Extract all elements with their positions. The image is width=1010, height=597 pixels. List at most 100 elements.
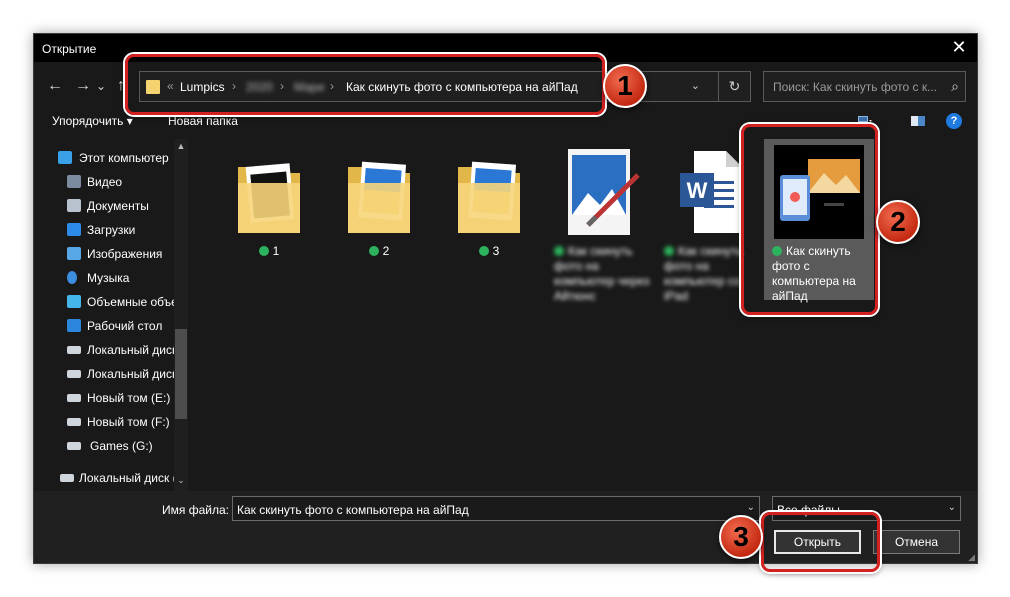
paint-image-icon [554, 145, 644, 239]
resize-grip[interactable]: ◢ [968, 552, 975, 563]
new-folder-button[interactable]: Новая папка [168, 114, 238, 128]
forward-button[interactable]: → [72, 76, 94, 96]
back-button[interactable]: ← [44, 76, 66, 96]
drive-icon [67, 442, 81, 450]
sidebar-item-drive-g[interactable]: Games (G:) [34, 435, 174, 457]
file-name: Как скинуть фото на компьютер через Айтю… [554, 244, 650, 303]
folder-icon [444, 145, 534, 239]
cancel-button[interactable]: Отмена [873, 530, 960, 554]
step-marker-1: 1 [603, 64, 647, 108]
sidebar-item-documents[interactable]: Документы [34, 195, 174, 217]
sidebar-item-label: Локальный диск (C:) [79, 471, 174, 485]
sidebar-item-desktop[interactable]: Рабочий стол [34, 315, 174, 337]
sidebar-item-music[interactable]: Музыка [34, 267, 174, 289]
open-button[interactable]: Открыть [774, 530, 861, 554]
filetype-dropdown-icon[interactable]: ⌄ [948, 502, 956, 513]
sidebar-item-label: Видео [87, 175, 123, 189]
sidebar-item-label: Этот компьютер [79, 151, 169, 165]
sync-status-icon [664, 246, 674, 256]
preview-pane-icon[interactable] [910, 114, 926, 128]
address-history-dropdown[interactable]: ⌄ [691, 79, 700, 92]
breadcrumb-author[interactable]: Мари [294, 80, 324, 94]
scroll-up-arrow[interactable]: ▲ [174, 141, 188, 155]
sidebar-item-downloads[interactable]: Загрузки [34, 219, 174, 241]
folder-icon [224, 145, 314, 239]
filename-label: Имя файла: [162, 503, 229, 517]
up-button[interactable]: ↑ [110, 76, 132, 96]
3d-objects-icon [67, 295, 81, 308]
breadcrumb-year[interactable]: 2020 [246, 80, 273, 94]
sidebar-item-3d-objects[interactable]: Объемные объекты [34, 291, 174, 313]
navigation-bar: ← → ⌄ ↑ « Lumpics › 2020 › Мари › Как ск… [34, 62, 977, 110]
help-button[interactable]: ? [946, 113, 962, 129]
folder-icon [334, 145, 424, 239]
breadcrumb-separator[interactable]: › [330, 79, 334, 93]
sidebar-item-label: Новый том (E:) [87, 391, 171, 405]
breadcrumb-separator[interactable]: › [280, 79, 284, 93]
documents-icon [67, 199, 81, 212]
search-placeholder[interactable]: Поиск: Как скинуть фото с к... [773, 80, 937, 94]
file-name: Как скинуть фото на компьютер со iPad [664, 244, 743, 303]
sidebar-item-network-drive[interactable]: Локальный диск (C:) [34, 467, 174, 489]
drive-icon [67, 418, 81, 426]
folder-icon [146, 80, 160, 94]
filename-dropdown-icon[interactable]: ⌄ [747, 502, 755, 513]
breadcrumb-overflow[interactable]: « [167, 79, 174, 93]
sidebar-item-label: Рабочий стол [87, 319, 163, 333]
sidebar-item-drive-c[interactable]: Локальный диск (C:) [34, 339, 174, 361]
sidebar-item-drive-f[interactable]: Новый том (F:) [34, 411, 174, 433]
sidebar-item-label: Новый том (F:) [87, 415, 170, 429]
filetype-value[interactable]: Все файлы [777, 503, 840, 517]
search-box[interactable]: Поиск: Как скинуть фото с к... ⌕ [763, 71, 966, 102]
address-bar[interactable]: « Lumpics › 2020 › Мари › Как скинуть фо… [139, 71, 751, 102]
sidebar-item-label: Документы [87, 199, 149, 213]
organize-button[interactable]: Упорядочить ▾ [52, 114, 133, 128]
sync-status-icon [368, 246, 379, 256]
refresh-button[interactable]: ↻ [718, 71, 750, 102]
sidebar-item-drive-e[interactable]: Новый том (E:) [34, 387, 174, 409]
scroll-down-arrow[interactable]: ⌄ [174, 475, 188, 489]
downloads-icon [67, 223, 81, 236]
file-item-selected-image[interactable]: Как скинуть фото с компьютера на айПад [764, 139, 874, 303]
sidebar-item-this-pc[interactable]: Этот компьютер [34, 147, 174, 169]
sync-status-icon [554, 246, 564, 256]
sidebar-item-drive-d[interactable]: Локальный диск (D:) [34, 363, 174, 385]
computer-icon [58, 151, 72, 164]
sidebar-item-label: Локальный диск (D:) [87, 367, 174, 381]
title-bar: Открытие ✕ [34, 34, 977, 62]
video-icon [67, 175, 81, 188]
sync-status-icon [772, 246, 782, 256]
word-document-icon: W [664, 145, 754, 239]
drive-icon [67, 394, 81, 402]
navigation-pane: Этот компьютер Видео Документы Загрузки … [34, 139, 189, 491]
sidebar-item-label: Объемные объекты [87, 295, 174, 309]
drive-icon [67, 346, 81, 354]
view-mode-icon[interactable] [857, 114, 873, 128]
step-marker-3: 3 [719, 515, 763, 559]
breadcrumb-lumpics[interactable]: Lumpics [180, 80, 225, 94]
file-name: Как скинуть фото с компьютера на айПад [772, 244, 856, 303]
window-title: Открытие [42, 42, 97, 56]
command-bar: Упорядочить ▾ Новая папка ? [34, 110, 977, 134]
breadcrumb-current-folder[interactable]: Как скинуть фото с компьютера на айПад [346, 80, 578, 94]
sidebar-scrollbar[interactable]: ▲ ⌄ [174, 139, 188, 491]
drive-icon [67, 370, 81, 378]
sync-status-icon [258, 246, 269, 256]
sidebar-item-label: Изображения [87, 247, 163, 261]
filename-value[interactable]: Как скинуть фото с компьютера на айПад [237, 503, 469, 517]
svg-text:W: W [687, 178, 708, 203]
close-button[interactable]: ✕ [941, 34, 977, 62]
step-marker-2: 2 [876, 200, 920, 244]
recent-locations-button[interactable]: ⌄ [95, 76, 107, 96]
sidebar-item-pictures[interactable]: Изображения [34, 243, 174, 265]
drive-icon [60, 474, 74, 482]
search-icon[interactable]: ⌕ [951, 78, 959, 95]
scroll-thumb[interactable] [175, 329, 187, 419]
breadcrumb-separator[interactable]: › [232, 79, 236, 93]
sync-status-icon [478, 246, 489, 256]
music-icon [67, 271, 77, 284]
filetype-select[interactable]: Все файлы ⌄ [772, 496, 961, 521]
sidebar-item-video[interactable]: Видео [34, 171, 174, 193]
sidebar-item-label: Games (G:) [90, 439, 153, 453]
filename-input[interactable]: Как скинуть фото с компьютера на айПад ⌄ [232, 496, 760, 521]
